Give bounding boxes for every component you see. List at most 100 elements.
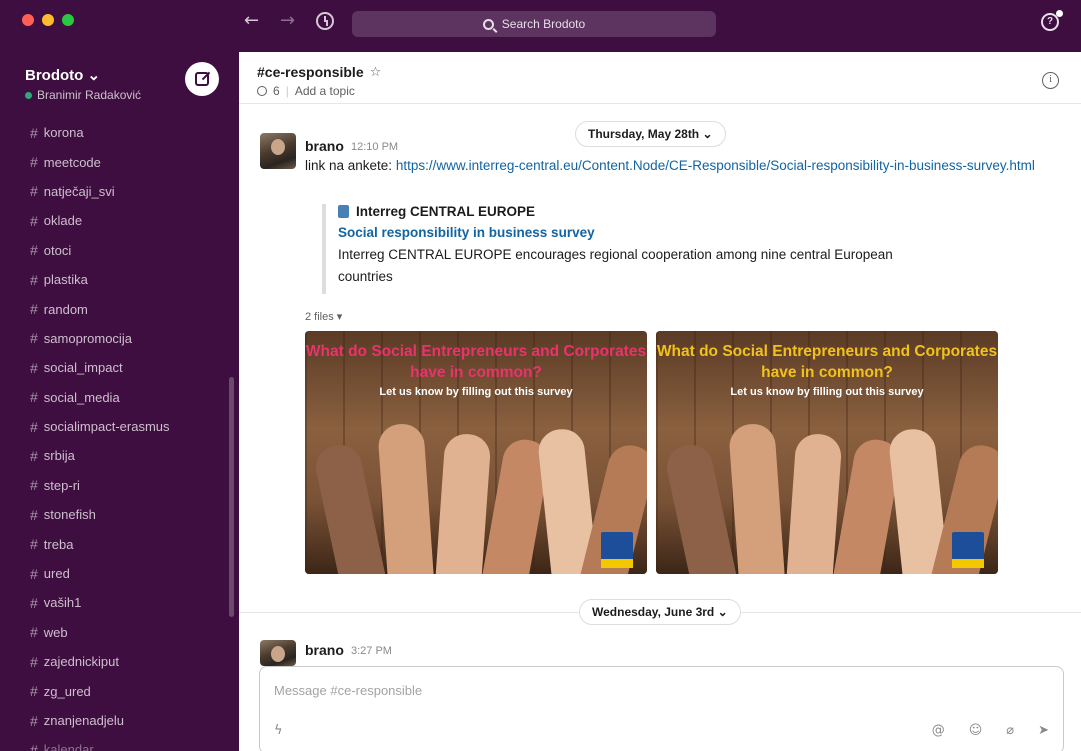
- history-clock-icon[interactable]: [316, 12, 334, 30]
- message-input[interactable]: Message #ce-responsible: [274, 683, 422, 698]
- hash-icon: #: [30, 536, 38, 553]
- shortcuts-bolt-icon[interactable]: ϟ: [274, 723, 283, 738]
- sidebar-item-random[interactable]: # random: [0, 294, 225, 323]
- add-topic-link[interactable]: Add a topic: [295, 84, 355, 98]
- channel-label: social_impact: [43, 360, 123, 376]
- channel-label: kalendar: [43, 742, 94, 751]
- sidebar-item-otoci[interactable]: # otoci: [0, 236, 225, 265]
- message-author[interactable]: brano: [305, 138, 344, 154]
- sidebar-item-meetcode[interactable]: # meetcode: [0, 147, 225, 176]
- channel-label: vaših1: [43, 595, 82, 611]
- emoji-icon[interactable]: ☺: [969, 723, 983, 738]
- avatar[interactable]: [260, 133, 296, 169]
- sidebar-item-stonefish[interactable]: # stonefish: [0, 500, 225, 529]
- channel-label: samopromocija: [43, 330, 132, 346]
- sidebar-item-samopromocija[interactable]: # samopromocija: [0, 324, 225, 353]
- hash-icon: #: [30, 712, 38, 729]
- member-count[interactable]: 6: [273, 84, 280, 98]
- channel-list: # korona # meetcode # natječaji_svi # oklade…: [0, 118, 225, 751]
- send-icon[interactable]: ➤: [1038, 723, 1049, 738]
- channel-label: stonefish: [43, 507, 96, 523]
- sidebar-item-korona[interactable]: # korona: [0, 118, 225, 147]
- hash-icon: #: [30, 154, 38, 171]
- sidebar-item-social-impact[interactable]: # social_impact: [0, 353, 225, 382]
- sidebar-item-zajednickiput[interactable]: # zajednickiput: [0, 647, 225, 676]
- link-unfurl: Interreg CENTRAL EUROPE Social responsib…: [322, 204, 922, 294]
- composer-actions: @ ☺ ⌀ ➤: [932, 723, 1049, 738]
- window-zoom-button[interactable]: [62, 14, 74, 26]
- channel-label: zajednickiput: [43, 654, 119, 670]
- message-timestamp[interactable]: 12:10 PM: [351, 141, 398, 153]
- title-bar: ← → Search Brodoto ?: [0, 0, 1081, 52]
- forward-arrow-icon[interactable]: →: [280, 12, 295, 30]
- channel-label: social_media: [43, 389, 120, 405]
- sidebar-item-vasih1[interactable]: # vaših1: [0, 588, 225, 617]
- search-bar[interactable]: Search Brodoto: [352, 11, 716, 37]
- hash-icon: #: [30, 389, 38, 406]
- interreg-icon: [338, 205, 349, 218]
- sidebar-item-kalendar[interactable]: # kalendar: [0, 735, 225, 751]
- channel-label: oklade: [43, 213, 83, 229]
- user-name: Branimir Radaković: [37, 88, 142, 102]
- channel-label: step-ri: [43, 477, 80, 493]
- sidebar-item-step-ri[interactable]: # step-ri: [0, 471, 225, 500]
- workspace-name[interactable]: Brodoto ⌄: [25, 66, 100, 84]
- search-placeholder: Search Brodoto: [501, 17, 586, 31]
- hash-icon: #: [30, 741, 38, 751]
- channel-meta: 6 | Add a topic: [257, 84, 355, 98]
- sidebar-scrollbar[interactable]: [229, 377, 234, 617]
- channel-label: srbija: [43, 448, 75, 464]
- attach-icon[interactable]: ⌀: [1006, 723, 1014, 738]
- sidebar-item-srbija[interactable]: # srbija: [0, 441, 225, 470]
- message-timestamp[interactable]: 3:27 PM: [351, 645, 392, 657]
- sidebar-item-znanjenadjelu[interactable]: # znanjenadjelu: [0, 706, 225, 735]
- sidebar-item-plastika[interactable]: # plastika: [0, 265, 225, 294]
- hash-icon: #: [30, 418, 38, 435]
- back-arrow-icon[interactable]: ←: [244, 12, 259, 30]
- channel-label: ured: [43, 566, 70, 582]
- message-author[interactable]: brano: [305, 642, 344, 658]
- unfurl-site-name: Interreg CENTRAL EUROPE: [356, 204, 536, 219]
- date-divider-june-3[interactable]: Wednesday, June 3rd ⌄: [579, 599, 741, 625]
- unfurl-title-link[interactable]: Social responsibility in business survey: [338, 225, 922, 240]
- sidebar-item-social-media[interactable]: # social_media: [0, 383, 225, 412]
- hash-icon: #: [30, 594, 38, 611]
- survey-link[interactable]: https://www.interreg-central.eu/Content.…: [396, 158, 1035, 173]
- hash-icon: #: [30, 183, 38, 200]
- hash-icon: #: [30, 447, 38, 464]
- window-close-button[interactable]: [22, 14, 34, 26]
- interreg-logo: [952, 532, 984, 568]
- sidebar-item-zg-ured[interactable]: # zg_ured: [0, 676, 225, 705]
- channel-label: web: [43, 624, 68, 640]
- hash-icon: #: [30, 624, 38, 641]
- sidebar-item-socialimpact-erasmus[interactable]: # socialimpact-erasmus: [0, 412, 225, 441]
- message-composer[interactable]: Message #ce-responsible ϟ @ ☺ ⌀ ➤: [259, 666, 1064, 751]
- sidebar-item-web[interactable]: # web: [0, 618, 225, 647]
- sidebar-item-ured[interactable]: # ured: [0, 559, 225, 588]
- window-minimize-button[interactable]: [42, 14, 54, 26]
- channel-label: meetcode: [43, 154, 101, 170]
- file-image-2[interactable]: What do Social Entrepreneurs and Corpora…: [656, 331, 998, 574]
- star-icon[interactable]: ☆: [370, 65, 382, 80]
- image-subtext: Let us know by filling out this survey: [730, 386, 924, 398]
- channel-label: treba: [43, 536, 74, 552]
- unfurl-site: Interreg CENTRAL EUROPE: [338, 204, 922, 219]
- hash-icon: #: [30, 330, 38, 347]
- date-divider-may-28[interactable]: Thursday, May 28th ⌄: [575, 121, 726, 147]
- unfurl-description: Interreg CENTRAL EUROPE encourages regio…: [338, 247, 893, 284]
- hash-icon: #: [30, 242, 38, 259]
- channel-label: plastika: [43, 272, 88, 288]
- sidebar-item-natjecaji-svi[interactable]: # natječaji_svi: [0, 177, 225, 206]
- compose-button[interactable]: [185, 62, 219, 96]
- files-toggle[interactable]: 2 files ▾: [305, 310, 342, 323]
- sidebar-item-oklade[interactable]: # oklade: [0, 206, 225, 235]
- channel-title[interactable]: #ce-responsible ☆: [257, 64, 381, 80]
- info-icon[interactable]: i: [1042, 72, 1059, 89]
- file-image-1[interactable]: What do Social Entrepreneurs and Corpora…: [305, 331, 647, 574]
- hash-icon: #: [30, 683, 38, 700]
- hash-icon: #: [30, 653, 38, 670]
- image-subtext: Let us know by filling out this survey: [379, 386, 573, 398]
- sidebar-item-treba[interactable]: # treba: [0, 529, 225, 558]
- avatar[interactable]: [260, 640, 296, 666]
- mention-icon[interactable]: @: [932, 723, 945, 738]
